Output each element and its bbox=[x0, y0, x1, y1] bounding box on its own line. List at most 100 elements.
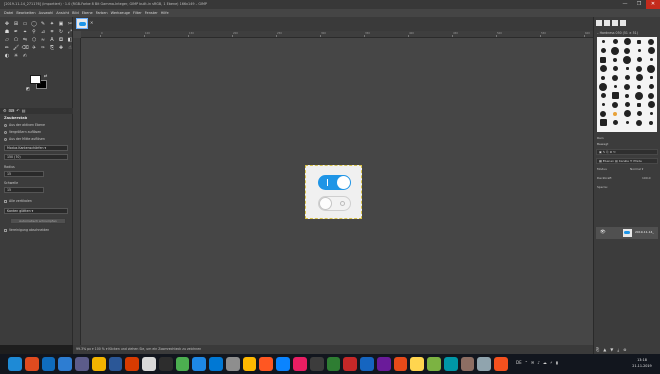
taskbar-app-icon[interactable] bbox=[309, 357, 324, 371]
taskbar-app-icon[interactable] bbox=[192, 357, 207, 371]
perspective-icon[interactable]: ⬠ bbox=[12, 37, 20, 44]
tray-icon[interactable]: ⚡ bbox=[550, 360, 553, 365]
brush-actions[interactable]: ▣ ✎ ⎘ ⊗ ↻ bbox=[596, 149, 658, 155]
bucket-fill-icon[interactable]: ⛾ bbox=[57, 37, 65, 44]
brush-preset[interactable] bbox=[633, 118, 645, 127]
brush-preset[interactable] bbox=[621, 109, 633, 118]
taskbar-app-icon[interactable] bbox=[58, 357, 73, 371]
menu-item-fenster[interactable]: Fenster bbox=[145, 9, 158, 17]
lower-layer-icon[interactable]: ▼ bbox=[610, 347, 613, 352]
maximize-button[interactable]: ❐ bbox=[632, 0, 646, 9]
horizontal-ruler[interactable]: 0 100 150 200 250 300 350 400 450 500 550 600 bbox=[81, 31, 593, 38]
reset-colors-icon[interactable]: ◩ bbox=[26, 86, 30, 91]
radius-input[interactable]: 15 bbox=[4, 171, 44, 177]
new-layer-icon[interactable]: ⎘ bbox=[596, 347, 599, 352]
layers-tab[interactable]: ▦ Ebenen ▤ Kanäle ✒ Pfade bbox=[596, 158, 658, 164]
brush-preset[interactable] bbox=[597, 109, 609, 118]
taskbar-app-icon[interactable] bbox=[494, 357, 508, 371]
menu-item-datei[interactable]: Datei bbox=[4, 9, 13, 17]
color-select-icon[interactable]: ▣ bbox=[57, 21, 65, 28]
foreground-select-icon[interactable]: ☗ bbox=[3, 29, 11, 36]
taskbar-app-icon[interactable] bbox=[326, 357, 341, 371]
taskbar-app-icon[interactable] bbox=[209, 357, 223, 371]
ink-icon[interactable]: ✑ bbox=[39, 45, 47, 52]
brush-preset[interactable] bbox=[621, 100, 633, 109]
brush-preset[interactable] bbox=[633, 100, 645, 109]
brush-preset[interactable] bbox=[645, 73, 657, 82]
text-icon[interactable]: A bbox=[48, 37, 56, 44]
ellipse-select-icon[interactable]: ◯ bbox=[30, 21, 38, 28]
brush-grid[interactable] bbox=[597, 37, 657, 132]
raise-layer-icon[interactable]: ▲ bbox=[603, 347, 606, 352]
fuzzy-select-icon[interactable]: ✦ bbox=[48, 21, 56, 28]
airbrush-icon[interactable]: ✈ bbox=[30, 45, 38, 52]
menu-item-ansicht[interactable]: Ansicht bbox=[56, 9, 69, 17]
rect-select-icon[interactable]: ▭ bbox=[21, 21, 29, 28]
brush-preset[interactable] bbox=[645, 82, 657, 91]
taskbar-app-icon[interactable] bbox=[410, 357, 425, 371]
menu-item-bearbeiten[interactable]: Bearbeiten bbox=[16, 9, 35, 17]
taskbar-app-icon[interactable] bbox=[225, 357, 240, 371]
antialias-checkbox[interactable]: Alle vertikalen bbox=[4, 199, 32, 203]
taskbar-app-icon[interactable] bbox=[259, 357, 274, 371]
brush-preset[interactable] bbox=[621, 55, 633, 64]
threshold-input[interactable]: 15 bbox=[4, 187, 44, 193]
paintbrush-icon[interactable]: 🖌 bbox=[12, 45, 20, 52]
measure-icon[interactable]: ⊿ bbox=[39, 29, 47, 36]
taskbar-clock[interactable]: 13:18 21.11.2019 bbox=[628, 357, 656, 369]
fonts-tab-icon[interactable] bbox=[612, 20, 618, 26]
menu-item-auswahl[interactable]: Auswahl bbox=[39, 9, 54, 17]
brush-preset[interactable] bbox=[633, 91, 645, 100]
taskbar-app-icon[interactable] bbox=[360, 357, 374, 371]
brush-preset[interactable] bbox=[609, 55, 621, 64]
brush-preset[interactable] bbox=[645, 64, 657, 73]
brush-preset[interactable] bbox=[621, 73, 633, 82]
brush-preset[interactable] bbox=[633, 55, 645, 64]
close-icon[interactable]: ✕ bbox=[90, 20, 93, 25]
brush-preset[interactable] bbox=[621, 82, 633, 91]
taskbar-app-icon[interactable] bbox=[8, 357, 22, 371]
eraser-icon[interactable]: ⌫ bbox=[21, 45, 29, 52]
brush-preset[interactable] bbox=[597, 100, 609, 109]
taskbar-app-icon[interactable] bbox=[376, 357, 391, 371]
mode-option[interactable]: Vergrößern auflösen bbox=[4, 130, 41, 134]
layer-row[interactable]: 👁 2019-11-14_ bbox=[596, 227, 658, 239]
brush-preset[interactable] bbox=[645, 55, 657, 64]
tray-icon[interactable]: ✉ bbox=[531, 360, 534, 365]
taskbar-app-icon[interactable] bbox=[443, 357, 458, 371]
device-status-icon[interactable]: ⌨ bbox=[9, 108, 15, 113]
free-select-icon[interactable]: ✎ bbox=[39, 21, 47, 28]
brush-preset[interactable] bbox=[609, 91, 621, 100]
menu-item-farben[interactable]: Farben bbox=[96, 9, 108, 17]
brush-preset[interactable] bbox=[621, 118, 633, 127]
taskbar-app-icon[interactable] bbox=[91, 357, 106, 371]
brush-preset[interactable] bbox=[645, 109, 657, 118]
crop-icon[interactable]: ⌗ bbox=[48, 29, 56, 36]
taskbar-app-icon[interactable] bbox=[276, 357, 291, 371]
brush-preset[interactable] bbox=[633, 109, 645, 118]
brush-preset[interactable] bbox=[645, 46, 657, 55]
taskbar-app-icon[interactable] bbox=[343, 357, 358, 371]
images-icon[interactable]: ▤ bbox=[22, 108, 26, 113]
mode-option[interactable]: Aus der Mitte auflösen bbox=[4, 137, 45, 141]
anchor-layer-icon[interactable]: ⤓ bbox=[617, 347, 619, 352]
brush-preset[interactable] bbox=[633, 73, 645, 82]
brush-preset[interactable] bbox=[597, 91, 609, 100]
taskbar-app-icon[interactable] bbox=[75, 357, 89, 371]
warp-icon[interactable]: ≈ bbox=[39, 37, 47, 44]
mode-option[interactable]: Aus der aktiven Ebene bbox=[4, 123, 45, 127]
taskbar-app-icon[interactable] bbox=[242, 357, 257, 371]
taskbar-app-icon[interactable] bbox=[477, 357, 492, 371]
tray-icon[interactable]: ♪ bbox=[537, 360, 540, 365]
brush-preset[interactable] bbox=[621, 91, 633, 100]
undo-history-icon[interactable]: ↶ bbox=[16, 108, 19, 113]
taskbar-app-icon[interactable] bbox=[175, 357, 190, 371]
brush-preset[interactable] bbox=[621, 37, 633, 46]
brush-preset[interactable] bbox=[645, 100, 657, 109]
menu-item-filter[interactable]: Filter bbox=[133, 9, 142, 17]
brush-preset[interactable] bbox=[609, 64, 621, 73]
dodge-burn-icon[interactable]: ◐ bbox=[3, 53, 11, 60]
vertical-ruler[interactable] bbox=[73, 38, 81, 345]
brush-preset[interactable] bbox=[645, 37, 657, 46]
image-tab-thumbnail[interactable] bbox=[76, 18, 88, 29]
